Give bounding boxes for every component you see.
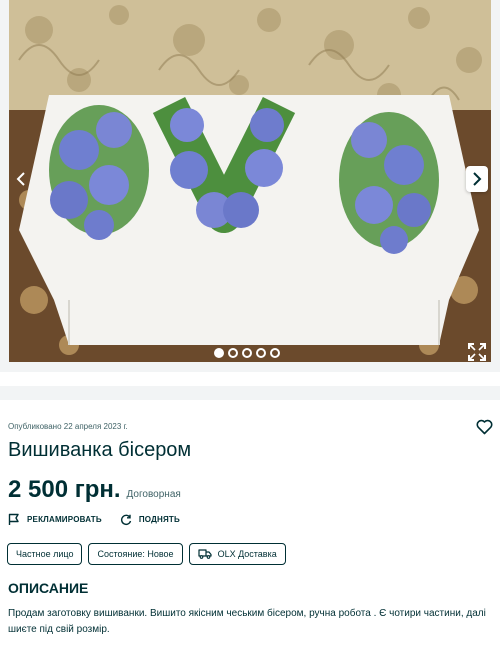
chevron-left-icon — [16, 172, 25, 186]
negotiable-label: Договорная — [126, 489, 181, 500]
favorite-button[interactable] — [476, 419, 493, 435]
published-date: Опубликовано 22 апреля 2023 г. — [8, 422, 128, 431]
chevron-right-icon — [473, 172, 482, 186]
price-row: 2 500 грн. Договорная — [8, 476, 181, 504]
section-divider — [0, 386, 500, 400]
photo-gallery[interactable] — [0, 0, 500, 372]
raise-button[interactable]: ПОДНЯТЬ — [120, 513, 180, 526]
condition-label: Состояние: Новое — [97, 549, 174, 559]
seller-type-label: Частное лицо — [16, 549, 74, 559]
listing-actions: РЕКЛАМИРОВАТЬ ПОДНЯТЬ — [8, 513, 180, 526]
promote-button[interactable]: РЕКЛАМИРОВАТЬ — [8, 513, 102, 526]
previous-photo-button[interactable] — [10, 166, 32, 192]
fullscreen-button[interactable] — [466, 341, 488, 363]
next-photo-button[interactable] — [466, 166, 488, 192]
delivery-tag[interactable]: OLX Доставка — [188, 543, 286, 565]
heart-icon — [476, 419, 493, 435]
listing-tags: Частное лицо Состояние: Новое OLX Достав… — [7, 543, 286, 565]
listing-photo[interactable] — [9, 0, 491, 362]
truck-icon — [197, 549, 212, 559]
gallery-dot[interactable] — [242, 348, 252, 358]
description-heading: ОПИСАНИЕ — [8, 580, 89, 596]
delivery-label: OLX Доставка — [217, 549, 277, 559]
listing-title: Вишиванка бісером — [8, 439, 192, 461]
price: 2 500 грн. — [8, 476, 121, 503]
description-text: Продам заготовку вишиванки. Вишито якісн… — [8, 608, 486, 635]
gallery-dot[interactable] — [256, 348, 266, 358]
promote-label: РЕКЛАМИРОВАТЬ — [27, 515, 102, 524]
gallery-pagination — [214, 348, 280, 358]
gallery-dot[interactable] — [214, 348, 224, 358]
condition-tag[interactable]: Состояние: Новое — [88, 543, 183, 565]
gallery-dot[interactable] — [228, 348, 238, 358]
seller-type-tag[interactable]: Частное лицо — [7, 543, 83, 565]
gallery-dot[interactable] — [270, 348, 280, 358]
raise-label: ПОДНЯТЬ — [138, 515, 180, 524]
flag-icon — [8, 513, 19, 525]
refresh-icon — [120, 514, 131, 525]
expand-icon — [468, 343, 486, 361]
